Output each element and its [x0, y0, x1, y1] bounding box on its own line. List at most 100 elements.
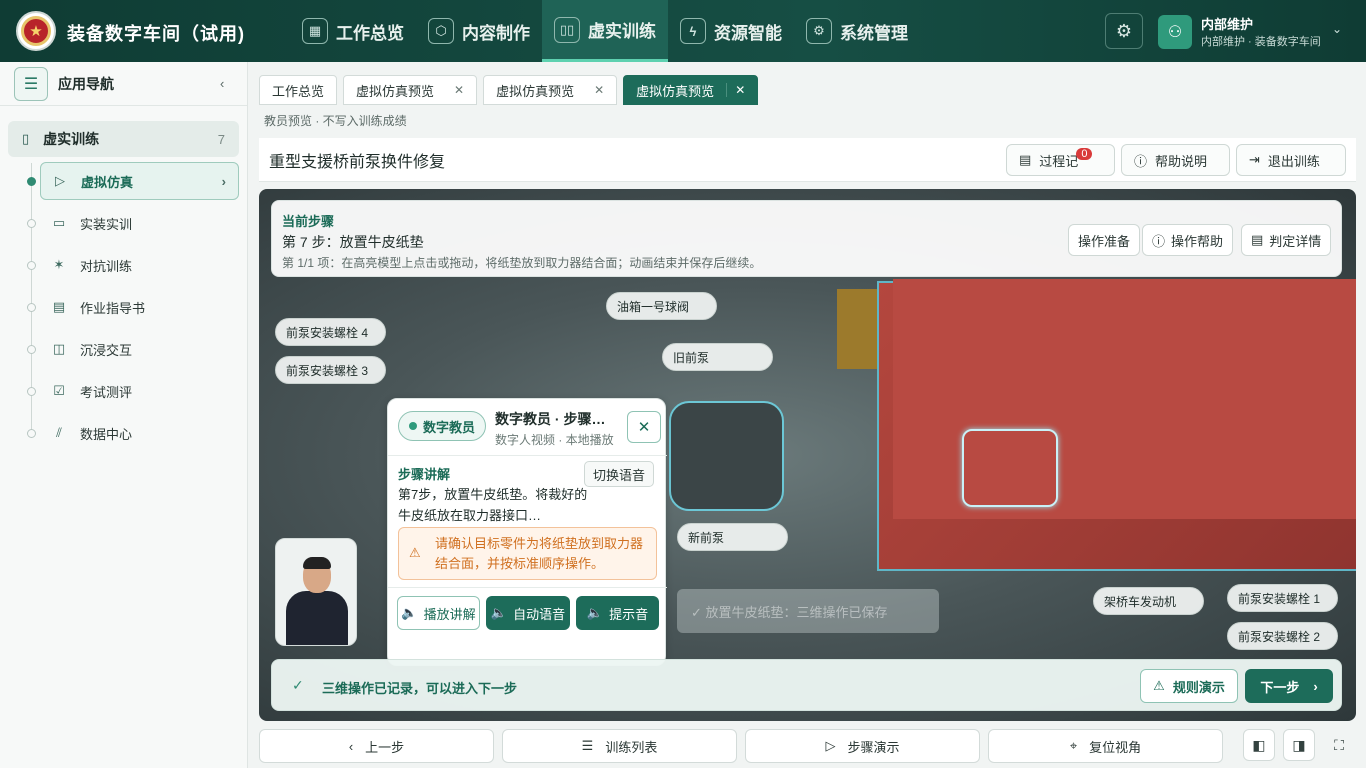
digital-teacher-avatar[interactable]: [275, 538, 357, 646]
play-circle-icon: ▷: [825, 738, 836, 753]
main-nav: ▦ 工作总览 ⬡ 内容制作 ▯▯ 虚实训练 ϟ 资源智能 ⚙ 系统管理: [290, 0, 920, 62]
next-step-button[interactable]: 下一步 ›: [1245, 669, 1333, 703]
sidebar-item-real-training[interactable]: ▭ 实装实训: [40, 204, 239, 242]
sidebar-item-virtual-sim[interactable]: ▷ 虚拟仿真 ›: [40, 162, 239, 200]
switch-voice-button[interactable]: 切换语音: [584, 461, 655, 487]
close-tab-icon[interactable]: ✕: [726, 83, 745, 97]
sidebar-item-immersive[interactable]: ◫ 沉浸交互: [40, 330, 239, 368]
part-label[interactable]: 架桥车发动机: [1093, 587, 1204, 615]
sidebar-header: ☰ 应用导航 ‹: [0, 62, 247, 106]
operation-prep-button[interactable]: 操作准备: [1068, 224, 1141, 256]
rule-label: 规则演示: [1172, 679, 1225, 695]
prompt-tone-button[interactable]: 🔈 提示音: [576, 596, 659, 630]
digital-teacher-pill: 数字教员: [398, 411, 487, 441]
fight-icon: ✶: [53, 257, 65, 272]
previous-step-button[interactable]: ‹ 上一步: [259, 729, 494, 763]
divider: [388, 587, 667, 588]
sidebar-item-data-center[interactable]: ⫽ 数据中心: [40, 414, 239, 452]
tab-bar: 工作总览 虚拟仿真预览 ✕ 虚拟仿真预览 ✕ 虚拟仿真预览 ✕: [259, 75, 759, 105]
nav-item-content[interactable]: ⬡ 内容制作: [416, 0, 542, 62]
preview-note: 教员预览 · 不写入训练成绩: [264, 114, 407, 128]
highlight-target[interactable]: [962, 429, 1058, 507]
settings-button[interactable]: ⚙: [1105, 13, 1143, 49]
tab-sim-preview-2[interactable]: 虚拟仿真预览 ✕: [483, 75, 618, 105]
monitor-icon: ▭: [52, 215, 66, 230]
user-menu[interactable]: ⚇ 内部维护 内部维护 · 装备数字车间 ⌄: [1158, 14, 1342, 49]
top-bar: ★ 装备数字车间（试用) ▦ 工作总览 ⬡ 内容制作 ▯▯ 虚实训练 ϟ 资源智能 ⚙ 系…: [0, 0, 1366, 62]
judge-label: 判定详情: [1269, 233, 1322, 249]
sidebar-item-label: 虚拟仿真: [81, 174, 134, 190]
nav-label: 资源智能: [714, 23, 782, 43]
warning-icon: ⚠: [409, 545, 421, 560]
next-label: 下一步: [1260, 679, 1300, 695]
part-label[interactable]: 前泵安装螺栓 1: [1227, 584, 1338, 612]
explanation-text: 第7步，放置牛皮纸垫。将裁好的牛皮纸放在取力器接口…: [398, 487, 588, 523]
nav-label: 内容制作: [462, 23, 530, 43]
part-label[interactable]: 旧前泵: [662, 343, 773, 371]
avatar-hair: [303, 557, 331, 569]
tab-sim-preview-1[interactable]: 虚拟仿真预览 ✕: [343, 75, 478, 105]
toggle-left-panel-button[interactable]: ◧: [1243, 729, 1275, 761]
nav-label: 系统管理: [840, 23, 908, 43]
collapse-sidebar-icon[interactable]: ‹: [220, 76, 224, 91]
prep-label: 操作准备: [1078, 233, 1131, 249]
cube-icon: ⬡: [428, 18, 454, 44]
nav-item-training[interactable]: ▯▯ 虚实训练: [542, 0, 668, 62]
chevron-right-icon: ›: [1313, 678, 1318, 694]
sidebar-item-guide[interactable]: ▤ 作业指导书: [40, 288, 239, 326]
nav-item-resources[interactable]: ϟ 资源智能: [668, 0, 794, 62]
op-help-label: 操作帮助: [1171, 233, 1224, 249]
step-demo-button[interactable]: ▷ 步骤演示: [745, 729, 980, 763]
demo-label: 步骤演示: [847, 739, 900, 755]
close-tab-icon[interactable]: ✕: [586, 83, 604, 97]
tab-sim-preview-3[interactable]: 虚拟仿真预览 ✕: [623, 75, 759, 105]
fullscreen-icon: ⛶: [1334, 736, 1344, 753]
part-label[interactable]: 前泵安装螺栓 3: [275, 356, 386, 384]
question-icon: ⓘ: [1152, 233, 1166, 249]
part-label[interactable]: 前泵安装螺栓 2: [1227, 622, 1338, 650]
nav-item-system[interactable]: ⚙ 系统管理: [794, 0, 920, 62]
reset-view-button[interactable]: ⌖ 复位视角: [988, 729, 1223, 763]
close-tab-icon[interactable]: ✕: [446, 83, 464, 97]
nav-label: 虚实训练: [588, 22, 656, 41]
play-label: 播放讲解: [423, 606, 476, 622]
toggle-right-panel-button[interactable]: ◨: [1283, 729, 1315, 761]
part-label[interactable]: 新前泵: [677, 523, 788, 551]
sidebar-item-exam[interactable]: ☑ 考试测评: [40, 372, 239, 410]
nav-item-overview[interactable]: ▦ 工作总览: [290, 0, 416, 62]
rule-demo-button[interactable]: ⚠ 规则演示: [1140, 669, 1238, 703]
warning-icon: ⚠: [1153, 678, 1165, 693]
teacher-title: 数字教员 · 步骤讲解: [495, 411, 617, 427]
record-label: 过程记: [1039, 153, 1079, 169]
part-label[interactable]: 前泵安装螺栓 4: [275, 318, 386, 346]
sidebar-item-label: 对抗训练: [80, 258, 133, 274]
operation-help-button[interactable]: ⓘ 操作帮助: [1142, 224, 1234, 256]
auto-voice-button[interactable]: 🔈 自动语音: [486, 596, 570, 630]
judge-details-button[interactable]: ▤ 判定详情: [1241, 224, 1332, 256]
tab-overview[interactable]: 工作总览: [259, 75, 338, 105]
tab-label: 虚拟仿真预览: [636, 83, 715, 99]
sidebar-item-adversarial[interactable]: ✶ 对抗训练: [40, 246, 239, 284]
sidebar-item-label: 考试测评: [80, 384, 133, 400]
warning-text: 请确认目标零件为将纸垫放到取力器结合面，并按标准顺序操作。: [435, 536, 644, 571]
record-count-badge: 0: [1076, 148, 1093, 160]
menu-toggle-button[interactable]: ☰: [14, 66, 48, 101]
user-avatar-icon: ⚇: [1158, 14, 1192, 49]
close-panel-button[interactable]: ✕: [627, 411, 661, 443]
help-label: 帮助说明: [1155, 153, 1208, 169]
play-explanation-button[interactable]: 🔈 播放讲解: [397, 596, 480, 630]
chart-icon: ⫽: [56, 425, 62, 440]
sidebar-group-training[interactable]: ▯ 虚实训练 7: [8, 121, 239, 157]
tab-label: 工作总览: [272, 83, 325, 99]
training-title-bar: 重型支援桥前泵换件修复 ▤ 过程记 0 ⓘ 帮助说明 ⇥ 退出训练: [259, 138, 1356, 182]
training-list-button[interactable]: ☰ 训练列表: [502, 729, 737, 763]
process-record-button[interactable]: ▤ 过程记 0: [1006, 144, 1115, 176]
tab-label: 虚拟仿真预览: [496, 83, 575, 99]
speaker-icon: 🔈: [401, 605, 418, 620]
vr-icon: ◫: [52, 341, 66, 356]
exit-training-button[interactable]: ⇥ 退出训练: [1236, 144, 1346, 176]
help-button[interactable]: ⓘ 帮助说明: [1121, 144, 1230, 176]
part-label[interactable]: 油箱一号球阀: [606, 292, 717, 320]
exit-label: 退出训练: [1267, 153, 1320, 169]
fullscreen-button[interactable]: ⛶: [1323, 729, 1355, 761]
